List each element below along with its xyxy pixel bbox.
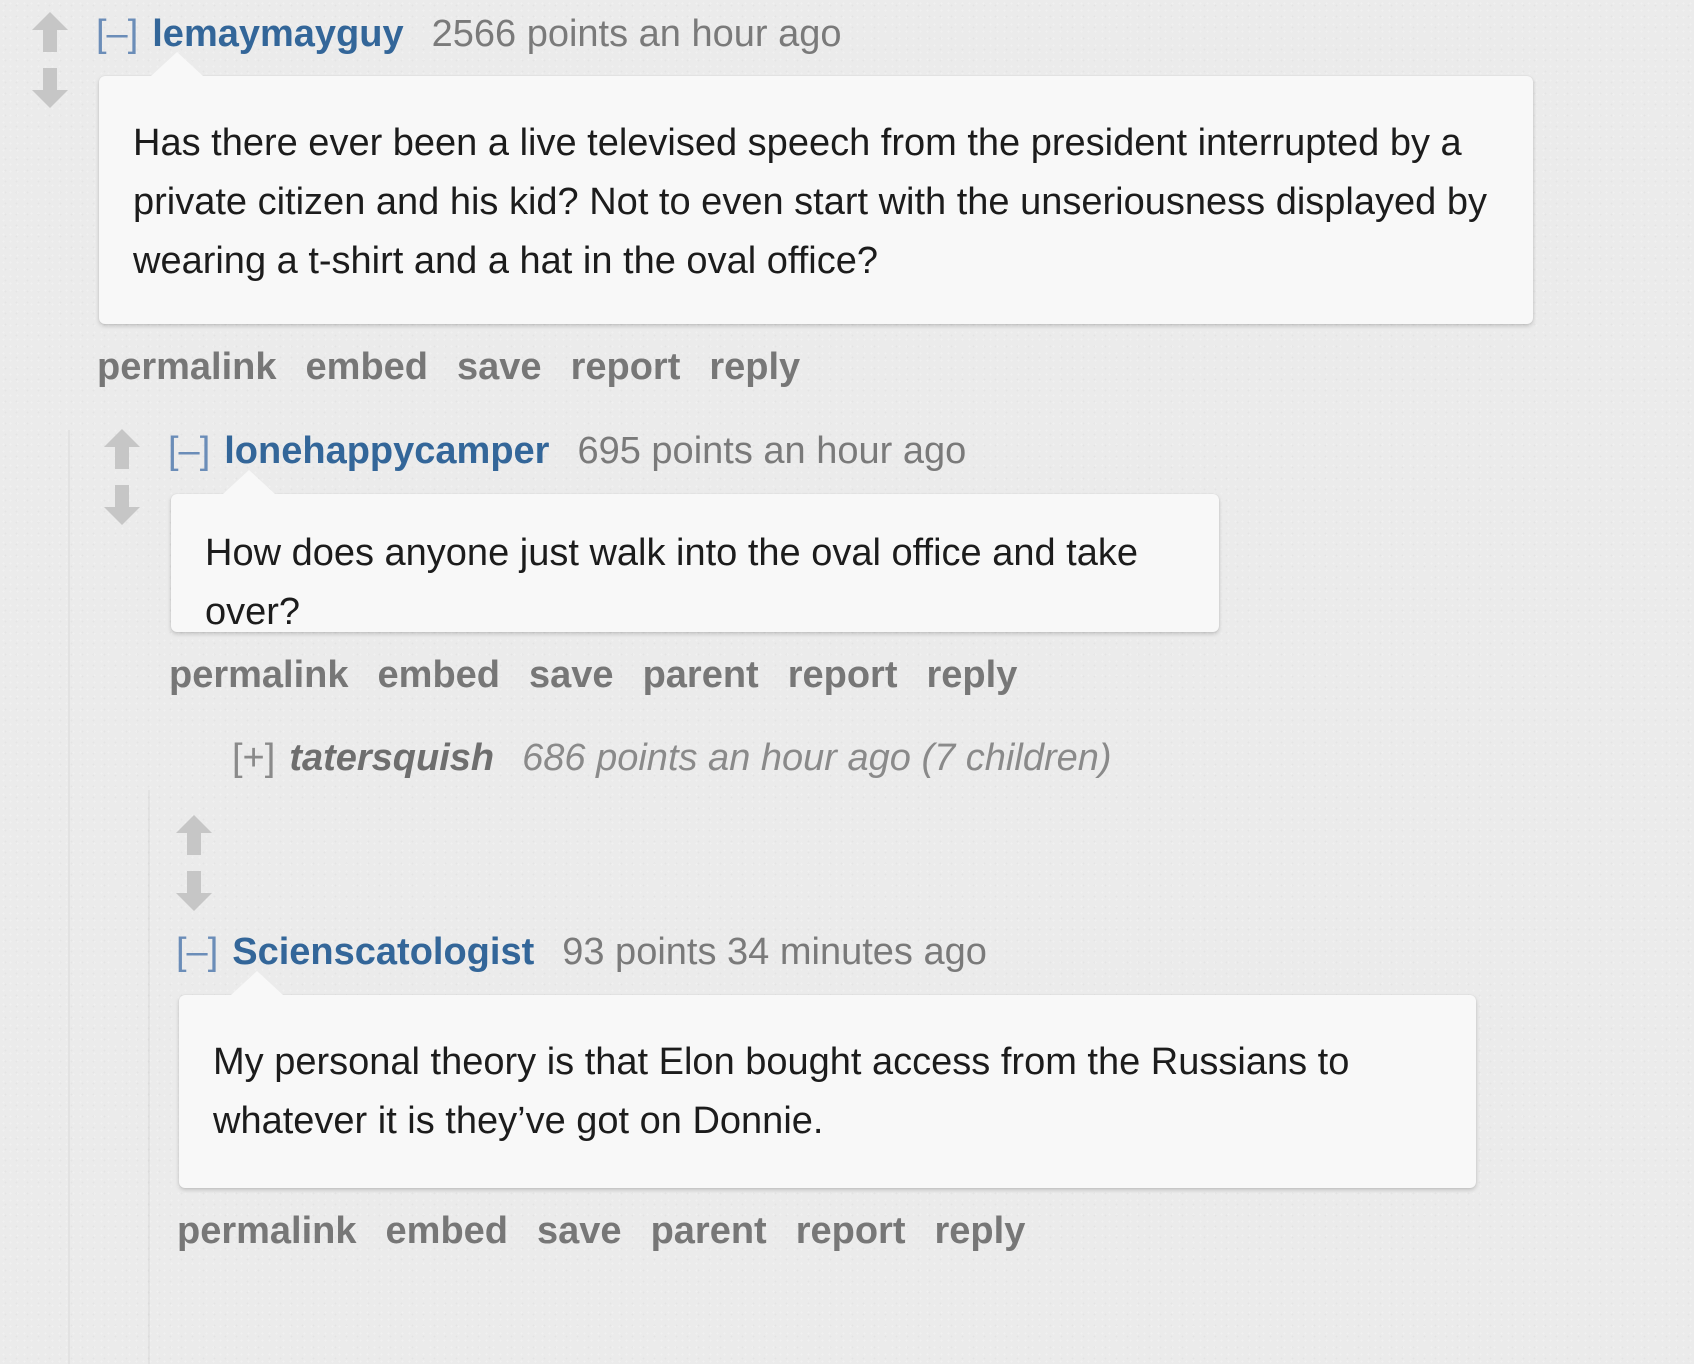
upvote-arrow-icon[interactable] <box>174 813 214 859</box>
comment-text: My personal theory is that Elon bought a… <box>213 1041 1350 1142</box>
author-link[interactable]: tatersquish <box>289 737 494 779</box>
author-link[interactable]: Scienscatologist <box>232 931 534 973</box>
reply-button[interactable]: reply <box>935 1210 1026 1252</box>
comment-tagline: [–] lemaymayguy 2566 points an hour ago <box>96 12 842 56</box>
collapse-toggle[interactable]: [–] <box>176 931 218 973</box>
comment-actions: permalink embed save parent report reply <box>169 653 1046 697</box>
reply-button[interactable]: reply <box>927 654 1018 696</box>
comment-actions: permalink embed save report reply <box>97 345 829 389</box>
comment-body: My personal theory is that Elon bought a… <box>179 971 1476 1188</box>
report-button[interactable]: report <box>571 346 681 388</box>
upvote-arrow-icon[interactable] <box>102 427 142 473</box>
permalink-button[interactable]: permalink <box>97 346 277 388</box>
collapse-toggle[interactable]: [–] <box>96 13 138 55</box>
comment-tagline: [–] Scienscatologist 93 points 34 minutes … <box>176 930 987 974</box>
save-button[interactable]: save <box>529 654 614 696</box>
comment-body: Has there ever been a live televised spe… <box>99 52 1533 324</box>
downvote-arrow-icon[interactable] <box>102 483 142 529</box>
collapse-toggle[interactable]: [–] <box>168 430 210 472</box>
reply-button[interactable]: reply <box>709 346 800 388</box>
permalink-button[interactable]: permalink <box>169 654 349 696</box>
embed-button[interactable]: embed <box>306 346 428 388</box>
save-button[interactable]: save <box>537 1210 622 1252</box>
permalink-button[interactable]: permalink <box>177 1210 357 1252</box>
score-and-time: 2566 points an hour ago <box>431 13 842 55</box>
embed-button[interactable]: embed <box>378 654 500 696</box>
save-button[interactable]: save <box>457 346 542 388</box>
author-link[interactable]: lonehappycamper <box>224 430 549 472</box>
thread-indent-line <box>68 430 70 1364</box>
score-and-time: 695 points an hour ago <box>577 430 967 472</box>
comment-tagline: [+] tatersquish 686 points an hour ago (7 … <box>232 736 1112 780</box>
score-time-children: 686 points an hour ago (7 children) <box>522 737 1112 779</box>
comment-tagline: [–] lonehappycamper 695 points an hour ago <box>168 429 966 473</box>
embed-button[interactable]: embed <box>386 1210 508 1252</box>
report-button[interactable]: report <box>796 1210 906 1252</box>
comment-text: How does anyone just walk into the oval … <box>205 532 1138 633</box>
comment-body: How does anyone just walk into the oval … <box>171 470 1219 633</box>
expand-toggle[interactable]: [+] <box>232 737 275 779</box>
downvote-arrow-icon[interactable] <box>30 66 70 112</box>
parent-button[interactable]: parent <box>651 1210 767 1252</box>
upvote-arrow-icon[interactable] <box>30 10 70 56</box>
parent-button[interactable]: parent <box>643 654 759 696</box>
comment-actions: permalink embed save parent report reply <box>177 1209 1054 1253</box>
report-button[interactable]: report <box>788 654 898 696</box>
score-and-time: 93 points 34 minutes ago <box>562 931 987 973</box>
thread-indent-line <box>148 790 150 1364</box>
downvote-arrow-icon[interactable] <box>174 869 214 915</box>
comment-text: Has there ever been a live televised spe… <box>133 122 1487 282</box>
author-link[interactable]: lemaymayguy <box>152 13 403 55</box>
